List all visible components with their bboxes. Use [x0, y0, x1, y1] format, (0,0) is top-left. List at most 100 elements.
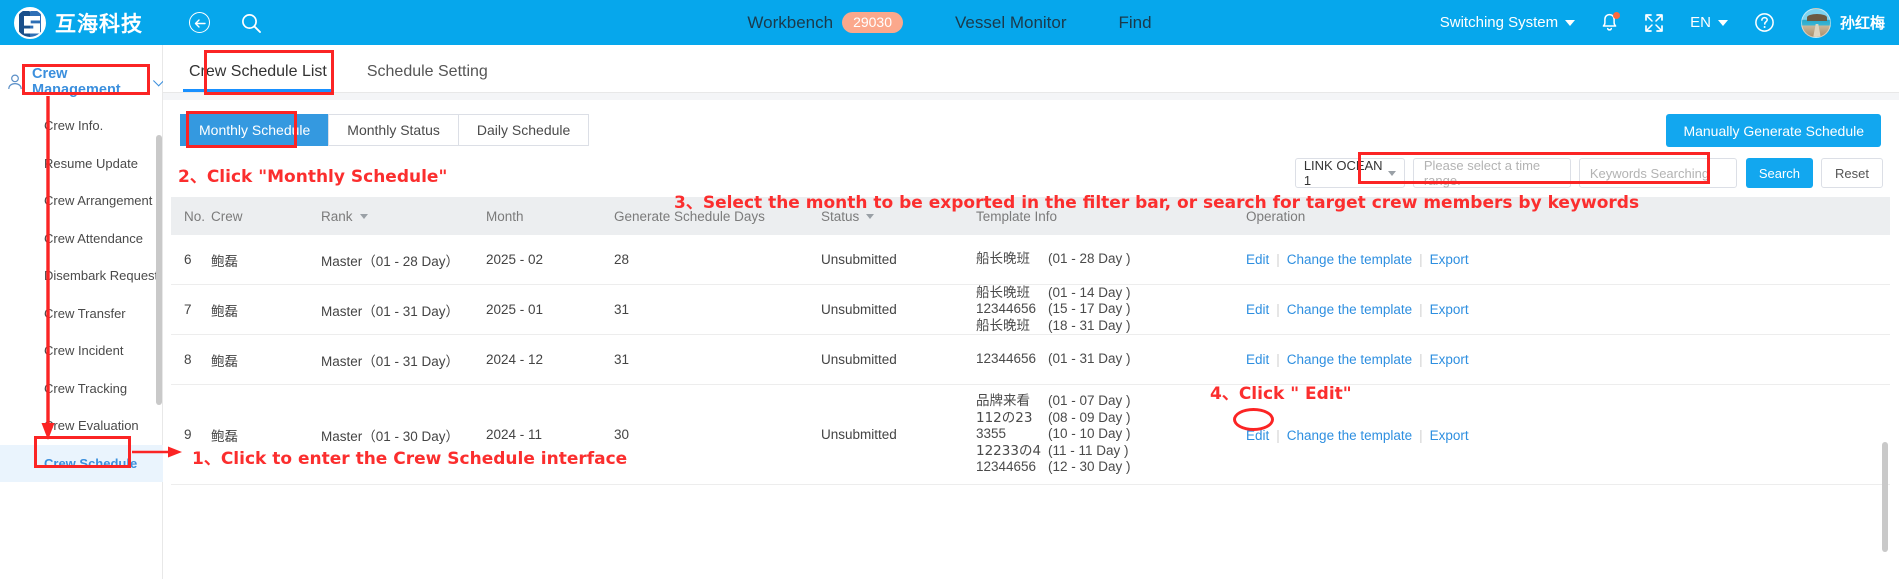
nav-item-workbench[interactable]: Workbench 29030	[747, 11, 904, 34]
annotation-circle-edit	[1233, 408, 1274, 431]
sort-arrow-icon	[359, 213, 368, 219]
separator: |	[1276, 428, 1280, 443]
tab-schedule-setting[interactable]: Schedule Setting	[361, 63, 494, 92]
separator: |	[1276, 352, 1280, 367]
segment-monthly-status[interactable]: Monthly Status	[328, 114, 459, 146]
cell-rank: Master（01 - 30 Day）	[321, 428, 460, 444]
sidebar-item-disembark-request[interactable]: Disembark Request	[0, 257, 163, 295]
cell-template-info: 船长晚班 (01 - 14 Day ) 12344656 (15 - 17 Da…	[976, 285, 1246, 335]
sidebar-item-crew-transfer[interactable]: Crew Transfer	[0, 295, 163, 333]
company-logo-icon	[14, 6, 46, 39]
cell-no: 7	[184, 302, 192, 317]
cell-days: 31	[614, 302, 630, 317]
template-line: 品牌来看 (01 - 07 Day )	[976, 393, 1246, 410]
cell-template-info: 品牌来看 (01 - 07 Day ) 112の23 (08 - 09 Day …	[976, 393, 1246, 476]
template-name: 12344656	[976, 351, 1037, 367]
template-name: 船长晚班	[976, 317, 1030, 334]
template-name: 品牌来看	[976, 393, 1030, 410]
change-template-link[interactable]: Change the template	[1287, 252, 1412, 267]
cell-crew: 鲍磊	[211, 253, 238, 270]
separator: |	[1419, 428, 1423, 443]
change-template-link[interactable]: Change the template	[1287, 352, 1412, 367]
template-name: 12344656	[976, 301, 1037, 317]
sidebar-item-crew-info[interactable]: Crew Info.	[0, 107, 163, 145]
help-button[interactable]	[1754, 12, 1775, 33]
change-template-link[interactable]: Change the template	[1287, 428, 1412, 443]
nav-item-find[interactable]: Find	[1119, 13, 1152, 33]
table-row[interactable]: 9 鲍磊 Master（01 - 30 Day） 2024 - 11 30 Un…	[171, 385, 1890, 485]
annotation-step-4: 4、Click " Edit"	[1210, 384, 1352, 404]
edit-link[interactable]: Edit	[1246, 352, 1269, 367]
template-line: 12344656 (15 - 17 Day )	[976, 301, 1246, 318]
sidebar-scrollbar[interactable]	[156, 135, 162, 405]
nav-item-vessel-monitor[interactable]: Vessel Monitor	[955, 13, 1067, 33]
sidebar-item-crew-arrangement[interactable]: Crew Arrangement	[0, 182, 163, 220]
template-range: (01 - 14 Day )	[1048, 284, 1131, 300]
notification-dot	[1613, 11, 1621, 19]
sidebar-item-crew-incident[interactable]: Crew Incident	[0, 332, 163, 370]
template-range: (01 - 31 Day )	[1048, 351, 1131, 367]
cell-status: Unsubmitted	[821, 352, 897, 367]
segment-daily-schedule[interactable]: Daily Schedule	[457, 114, 590, 146]
column-header-rank-label: Rank	[321, 208, 353, 224]
search-button[interactable]: Search	[1745, 158, 1814, 188]
manually-generate-schedule-button[interactable]: Manually Generate Schedule	[1666, 114, 1881, 147]
cell-days: 28	[614, 252, 630, 267]
table-row[interactable]: 7 鲍磊 Master（01 - 31 Day） 2025 - 01 31 Un…	[171, 285, 1890, 335]
annotation-arrow-down-sidebar	[41, 96, 55, 440]
nav-label: Workbench	[747, 12, 834, 32]
cell-rank: Master（01 - 31 Day）	[321, 303, 460, 319]
table-scrollbar[interactable]	[1882, 442, 1888, 552]
template-line: 船长晚班 (18 - 31 Day )	[976, 318, 1246, 335]
template-name: 船长晚班	[976, 284, 1030, 301]
cell-operation: Edit | Change the template | Export	[1246, 302, 1890, 317]
cell-month: 2025 - 02	[486, 252, 544, 267]
top-header-bar: 互海科技 Workbench 29030 Vessel Monitor Find…	[0, 0, 1899, 45]
cell-month: 2024 - 11	[486, 427, 543, 442]
export-link[interactable]: Export	[1430, 352, 1469, 367]
table-row[interactable]: 6 鲍磊 Master（01 - 28 Day） 2025 - 02 28 Un…	[171, 235, 1890, 285]
sidebar-item-resume-update[interactable]: Resume Update	[0, 145, 163, 183]
export-link[interactable]: Export	[1430, 428, 1469, 443]
cell-crew: 鲍磊	[211, 303, 238, 320]
column-header-crew: Crew	[211, 208, 243, 224]
column-header-rank[interactable]: Rank	[321, 209, 486, 224]
cell-status: Unsubmitted	[821, 427, 897, 442]
template-range: (15 - 17 Day )	[1048, 301, 1131, 317]
sidebar-item-crew-attendance[interactable]: Crew Attendance	[0, 220, 163, 258]
template-name: 12233の4	[976, 442, 1042, 459]
search-icon[interactable]	[240, 12, 262, 34]
schedule-table: No. Crew Rank Month Generate Schedule Da…	[171, 197, 1890, 579]
template-name: 112の23	[976, 409, 1033, 426]
fullscreen-button[interactable]	[1644, 13, 1664, 33]
edit-link[interactable]: Edit	[1246, 252, 1269, 267]
cell-operation: Edit | Change the template | Export	[1246, 252, 1890, 267]
export-link[interactable]: Export	[1430, 302, 1469, 317]
annotation-box-monthly-schedule	[186, 111, 297, 148]
sidebar-item-crew-tracking[interactable]: Crew Tracking	[0, 370, 163, 408]
brand-logo[interactable]: 互海科技	[14, 6, 143, 39]
table-row[interactable]: 8 鲍磊 Master（01 - 31 Day） 2024 - 12 31 Un…	[171, 335, 1890, 385]
annotation-box-filters	[1358, 152, 1710, 184]
template-line: 12233の4 (11 - 11 Day )	[976, 443, 1246, 460]
cell-operation: Edit | Change the template | Export	[1246, 426, 1890, 443]
back-arrow-glyph	[194, 18, 206, 28]
switching-system-dropdown[interactable]: Switching System	[1440, 14, 1576, 31]
user-name[interactable]: 孙红梅	[1840, 12, 1885, 33]
reset-button[interactable]: Reset	[1821, 158, 1883, 188]
notification-button[interactable]	[1601, 11, 1621, 33]
chevron-down-icon	[1565, 19, 1576, 26]
cell-status: Unsubmitted	[821, 302, 897, 317]
cell-rank: Master（01 - 28 Day）	[321, 253, 460, 269]
cell-rank: Master（01 - 31 Day）	[321, 353, 460, 369]
edit-link[interactable]: Edit	[1246, 302, 1269, 317]
language-selector[interactable]: EN	[1690, 14, 1728, 31]
export-link[interactable]: Export	[1430, 252, 1469, 267]
change-template-link[interactable]: Change the template	[1287, 302, 1412, 317]
template-name: 船长晚班	[976, 251, 1030, 268]
template-name: 12344656	[976, 459, 1037, 475]
template-range: (08 - 09 Day )	[1048, 409, 1131, 425]
template-line: 3355 (10 - 10 Day )	[976, 426, 1246, 443]
avatar[interactable]	[1800, 7, 1831, 38]
back-arrow-icon[interactable]	[189, 12, 210, 33]
